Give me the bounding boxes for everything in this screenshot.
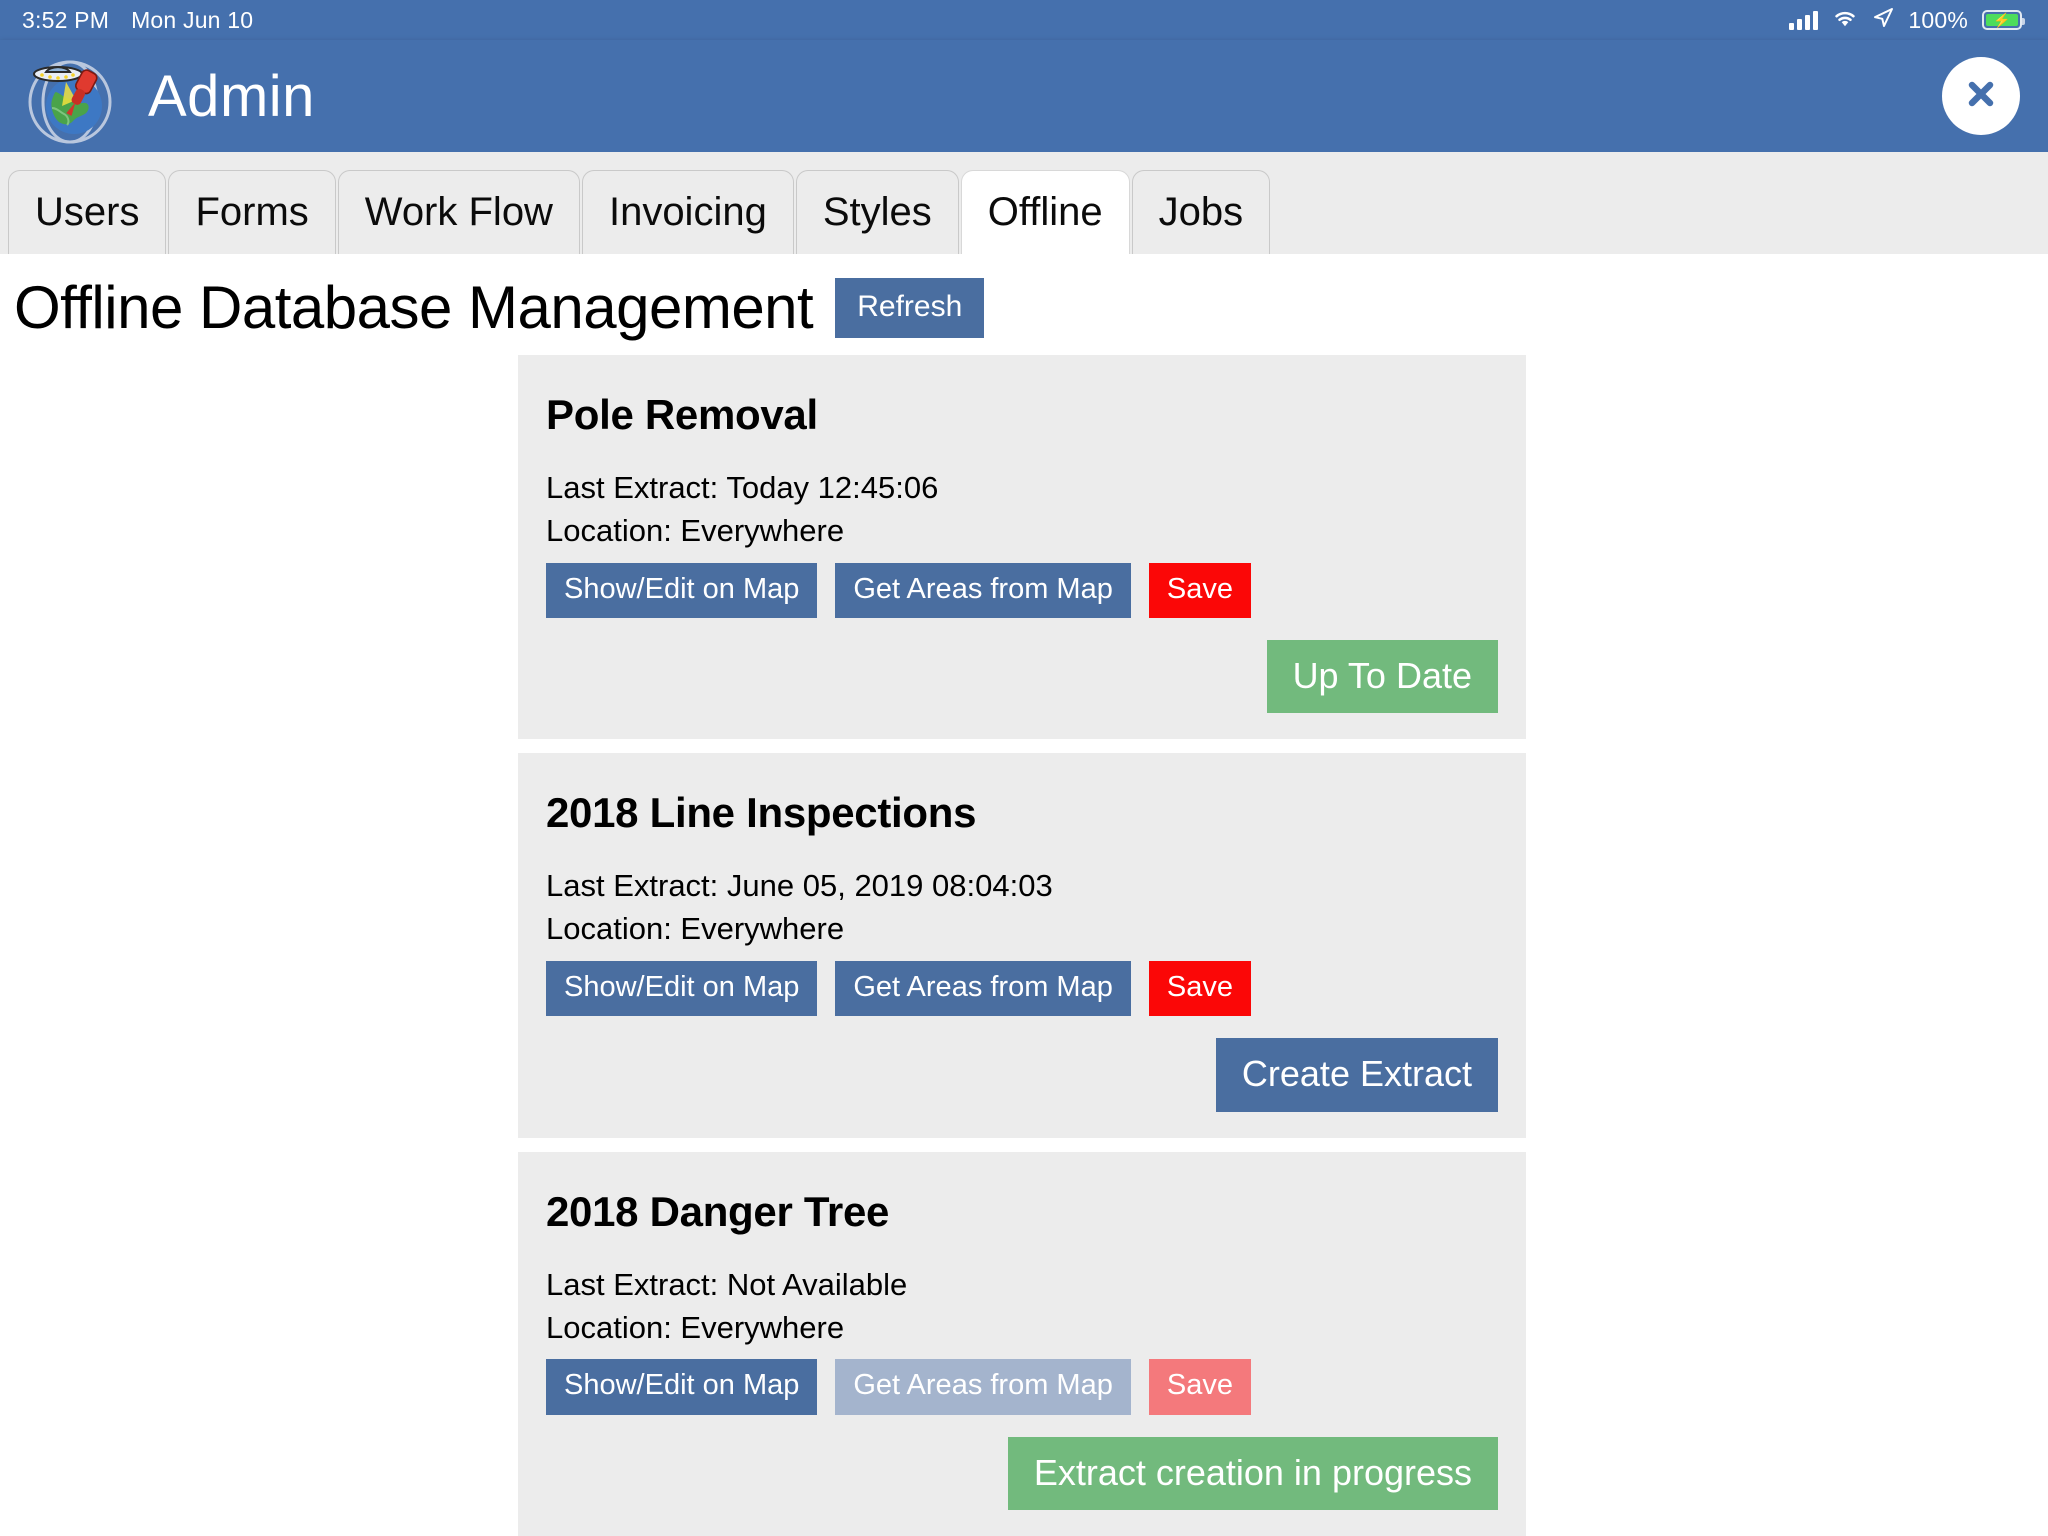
- card-button-row: Show/Edit on Map Get Areas from Map Save: [546, 1359, 1498, 1415]
- card-status-row: Up To Date: [546, 639, 1498, 714]
- location-arrow-icon: [1872, 6, 1894, 34]
- show-edit-on-map-button[interactable]: Show/Edit on Map: [546, 562, 818, 618]
- card-button-row: Show/Edit on Map Get Areas from Map Save: [546, 562, 1498, 618]
- last-extract-label: Last Extract: Today 12:45:06: [546, 470, 939, 505]
- card-status-row: Create Extract: [546, 1038, 1498, 1112]
- status-bar-left: 3:52 PM Mon Jun 10: [22, 7, 253, 34]
- close-icon: [1961, 74, 2001, 119]
- tab-invoicing[interactable]: Invoicing: [581, 170, 794, 254]
- last-extract-label: Last Extract: June 05, 2019 08:04:03: [546, 868, 1053, 904]
- show-edit-on-map-button[interactable]: Show/Edit on Map: [546, 961, 818, 1017]
- database-card: 2018 Danger Tree Last Extract: Not Availa…: [518, 1151, 1526, 1536]
- battery-percent-label: 100%: [1908, 6, 1968, 33]
- status-bar: 3:52 PM Mon Jun 10 100% ⚡: [0, 0, 2048, 40]
- tab-jobs[interactable]: Jobs: [1131, 170, 1271, 254]
- database-card-list: Pole Removal Last Extract: Today 12:45:06…: [0, 355, 2048, 1536]
- wifi-icon: [1832, 7, 1858, 34]
- save-button[interactable]: Save: [1148, 961, 1251, 1017]
- card-button-row: Show/Edit on Map Get Areas from Map Save: [546, 961, 1498, 1017]
- page-title: Offline Database Management: [14, 274, 814, 341]
- get-areas-from-map-button[interactable]: Get Areas from Map: [835, 961, 1131, 1017]
- last-extract-label: Last Extract: Not Available: [546, 1266, 908, 1302]
- cellular-signal-icon: [1789, 10, 1819, 30]
- tab-bar: Users Forms Work Flow Invoicing Styles Offlin…: [0, 152, 2048, 254]
- tab-work-flow[interactable]: Work Flow: [337, 170, 580, 254]
- extract-status-badge: Up To Date: [1266, 639, 1498, 714]
- tab-users[interactable]: Users: [8, 170, 167, 254]
- tab-styles[interactable]: Styles: [795, 170, 959, 254]
- card-title: Pole Removal: [546, 391, 818, 438]
- status-bar-right: 100% ⚡: [1789, 6, 2025, 34]
- save-button[interactable]: Save: [1148, 562, 1251, 618]
- app-header: Admin: [0, 40, 2048, 152]
- location-label: Location: Everywhere: [546, 911, 845, 947]
- database-card: Pole Removal Last Extract: Today 12:45:06…: [518, 355, 1526, 740]
- location-label: Location: Everywhere: [546, 512, 845, 548]
- create-extract-button[interactable]: Create Extract: [1215, 1038, 1498, 1112]
- page-content: Offline Database Management Refresh Pole…: [0, 254, 2048, 1536]
- card-status-row: Extract creation in progress: [546, 1436, 1498, 1511]
- battery-charging-icon: ⚡: [1982, 10, 2025, 30]
- card-title: 2018 Danger Tree: [546, 1187, 890, 1235]
- status-bar-date: Mon Jun 10: [131, 6, 254, 33]
- refresh-button[interactable]: Refresh: [835, 277, 985, 338]
- database-card: 2018 Line Inspections Last Extract: June …: [518, 753, 1526, 1138]
- close-button[interactable]: [1942, 57, 2020, 135]
- ufo-globe-logo-icon: [22, 48, 118, 144]
- save-button: Save: [1148, 1359, 1251, 1415]
- page-header: Offline Database Management Refresh: [0, 254, 2048, 355]
- location-label: Location: Everywhere: [546, 1309, 845, 1345]
- app-title: Admin: [148, 63, 315, 129]
- tab-forms[interactable]: Forms: [168, 170, 336, 254]
- extract-status-badge: Extract creation in progress: [1007, 1436, 1498, 1511]
- get-areas-from-map-button: Get Areas from Map: [835, 1359, 1131, 1415]
- card-title: 2018 Line Inspections: [546, 789, 977, 837]
- get-areas-from-map-button[interactable]: Get Areas from Map: [835, 562, 1131, 618]
- status-bar-time: 3:52 PM: [22, 6, 110, 33]
- tab-offline[interactable]: Offline: [960, 170, 1130, 254]
- show-edit-on-map-button[interactable]: Show/Edit on Map: [546, 1359, 818, 1415]
